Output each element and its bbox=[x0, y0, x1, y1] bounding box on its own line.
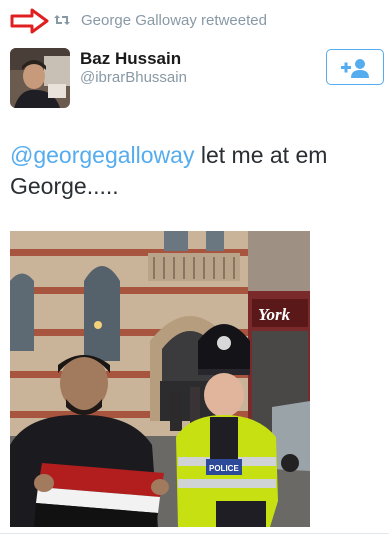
tweet-photo[interactable]: York POLICE bbox=[10, 231, 310, 527]
photo-image: York POLICE bbox=[10, 231, 310, 527]
add-user-icon bbox=[341, 59, 369, 78]
retweet-icon bbox=[54, 15, 70, 25]
red-arrow-annotation-icon bbox=[10, 8, 49, 34]
tweet-text: @georgegalloway let me at em George..... bbox=[10, 140, 380, 202]
avatar[interactable] bbox=[10, 48, 70, 108]
shop-sign: York bbox=[258, 305, 291, 324]
mention-link[interactable]: @georgegalloway bbox=[10, 142, 194, 168]
retweet-context: George Galloway retweeted bbox=[0, 6, 389, 36]
divider bbox=[0, 533, 389, 534]
retweet-label: George Galloway retweeted bbox=[81, 12, 267, 29]
avatar-photo bbox=[10, 48, 70, 108]
author-name[interactable]: Baz Hussain bbox=[80, 49, 181, 69]
author-handle[interactable]: @ibrarBhussain bbox=[80, 69, 187, 86]
follow-button[interactable] bbox=[326, 49, 384, 85]
police-badge-text: POLICE bbox=[209, 464, 239, 473]
